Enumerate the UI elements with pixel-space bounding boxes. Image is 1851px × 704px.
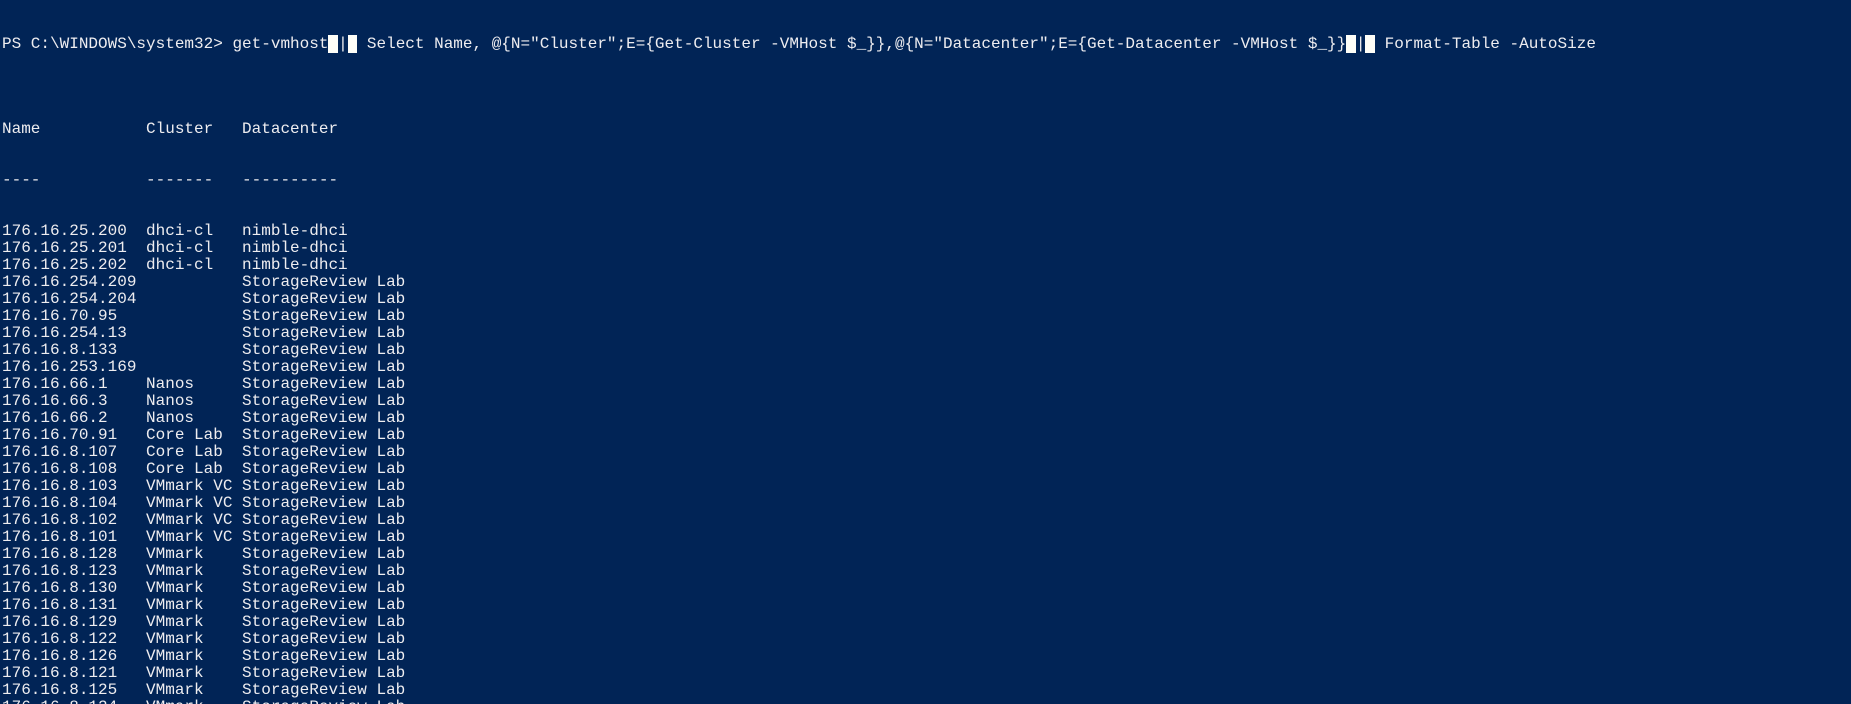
table-row: 176.16.70.91 Core Lab StorageReview Lab: [2, 427, 1851, 444]
table-row: 176.16.8.130 VMmark StorageReview Lab: [2, 580, 1851, 597]
table-row: 176.16.8.129 VMmark StorageReview Lab: [2, 614, 1851, 631]
cmd-text: get-vmhost: [232, 35, 328, 53]
table-row: 176.16.8.133 StorageReview Lab: [2, 342, 1851, 359]
table-row: 176.16.254.204 StorageReview Lab: [2, 291, 1851, 308]
table-row: 176.16.66.1 Nanos StorageReview Lab: [2, 376, 1851, 393]
table-row: 176.16.66.2 Nanos StorageReview Lab: [2, 410, 1851, 427]
table-row: 176.16.8.102 VMmark VC StorageReview Lab: [2, 512, 1851, 529]
cmd-text: Select Name, @{N="Cluster";E={Get-Cluste…: [357, 35, 1346, 53]
table-row: 176.16.8.103 VMmark VC StorageReview Lab: [2, 478, 1851, 495]
table-row: 176.16.8.123 VMmark StorageReview Lab: [2, 563, 1851, 580]
table-row: 176.16.8.131 VMmark StorageReview Lab: [2, 597, 1851, 614]
table-row: 176.16.254.13 StorageReview Lab: [2, 325, 1851, 342]
table-row: 176.16.253.169 StorageReview Lab: [2, 359, 1851, 376]
cmd-space-highlight: [1346, 35, 1356, 53]
table-header-row: Name Cluster Datacenter: [2, 121, 1851, 138]
table-row: 176.16.8.107 Core Lab StorageReview Lab: [2, 444, 1851, 461]
table-row: 176.16.66.3 Nanos StorageReview Lab: [2, 393, 1851, 410]
table-row: 176.16.8.108 Core Lab StorageReview Lab: [2, 461, 1851, 478]
table-row: 176.16.8.128 VMmark StorageReview Lab: [2, 546, 1851, 563]
table-row: 176.16.254.209 StorageReview Lab: [2, 274, 1851, 291]
prompt-prefix: PS C:\WINDOWS\system32>: [2, 35, 232, 53]
table-row: 176.16.8.122 VMmark StorageReview Lab: [2, 631, 1851, 648]
table-separator-row: ---- ------- ----------: [2, 172, 1851, 189]
table-row: 176.16.25.200 dhci-cl nimble-dhci: [2, 223, 1851, 240]
table-row: 176.16.8.124 VMmark StorageReview Lab: [2, 699, 1851, 704]
cmd-space-highlight: [328, 35, 338, 53]
cmd-space-highlight: [348, 35, 358, 53]
table-row: 176.16.8.101 VMmark VC StorageReview Lab: [2, 529, 1851, 546]
table-row: 176.16.8.121 VMmark StorageReview Lab: [2, 665, 1851, 682]
cmd-text: Format-Table -AutoSize: [1375, 35, 1596, 53]
table-row: 176.16.8.125 VMmark StorageReview Lab: [2, 682, 1851, 699]
command-line: PS C:\WINDOWS\system32> get-vmhost | Sel…: [2, 36, 1851, 53]
table-row: 176.16.25.202 dhci-cl nimble-dhci: [2, 257, 1851, 274]
powershell-terminal[interactable]: PS C:\WINDOWS\system32> get-vmhost | Sel…: [0, 0, 1851, 704]
table-row: 176.16.8.126 VMmark StorageReview Lab: [2, 648, 1851, 665]
table-row: 176.16.25.201 dhci-cl nimble-dhci: [2, 240, 1851, 257]
table-row: 176.16.8.104 VMmark VC StorageReview Lab: [2, 495, 1851, 512]
cmd-space-highlight: [1365, 35, 1375, 53]
table-row: 176.16.70.95 StorageReview Lab: [2, 308, 1851, 325]
cmd-text: |: [338, 35, 348, 53]
